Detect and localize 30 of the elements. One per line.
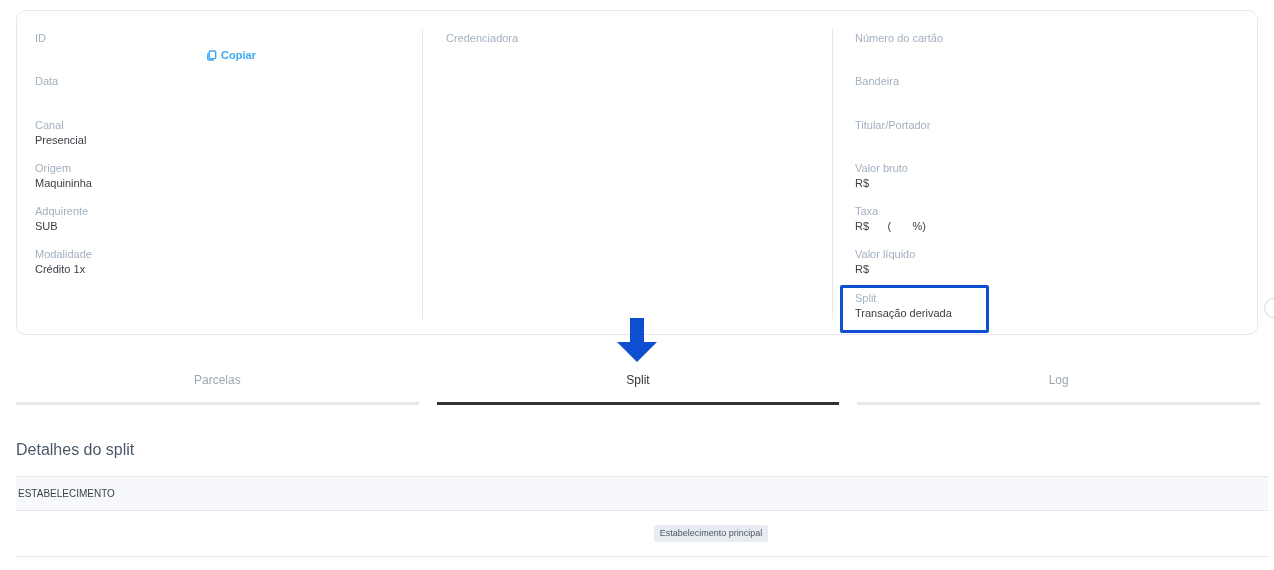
field-label: Data [35,74,59,89]
tab[interactable]: Split [436,360,840,405]
field-value: Presencial [35,132,87,148]
field-label: Titular/Portador [855,117,931,132]
field-label: Credenciadora [446,31,519,45]
status-badge: Estabelecimento principal [653,524,769,543]
tab[interactable]: Log [857,360,1260,405]
field-value: R$ ( %) [855,219,926,235]
column-header: ESTABELECIMENTO [18,487,115,501]
field-label: Split [855,290,877,305]
copy-icon [206,49,217,61]
tab[interactable]: Parcelas [16,360,419,405]
field-label: Adquirente [35,204,89,219]
field-label: Valor líquido [855,247,916,262]
field-label: Valor bruto [855,160,908,175]
field-value: SUB [35,219,58,235]
field-value: R$ [855,175,870,191]
copy-button[interactable]: Copiar [206,47,256,64]
field-label: Número do cartão [855,31,944,45]
field-value: Crédito 1x [35,262,86,278]
field-value: Transação derivada [855,305,952,321]
field-label: Taxa [855,204,879,219]
section-title: Detalhes do split [16,440,135,460]
field-value: R$ [855,262,870,278]
field-label: ID [35,31,46,45]
field-label: Canal [35,117,64,132]
field-value: Maquininha [35,175,92,191]
field-label: Origem [35,160,72,175]
field-label: Bandeira [855,74,900,89]
field-label: Modalidade [35,247,92,262]
